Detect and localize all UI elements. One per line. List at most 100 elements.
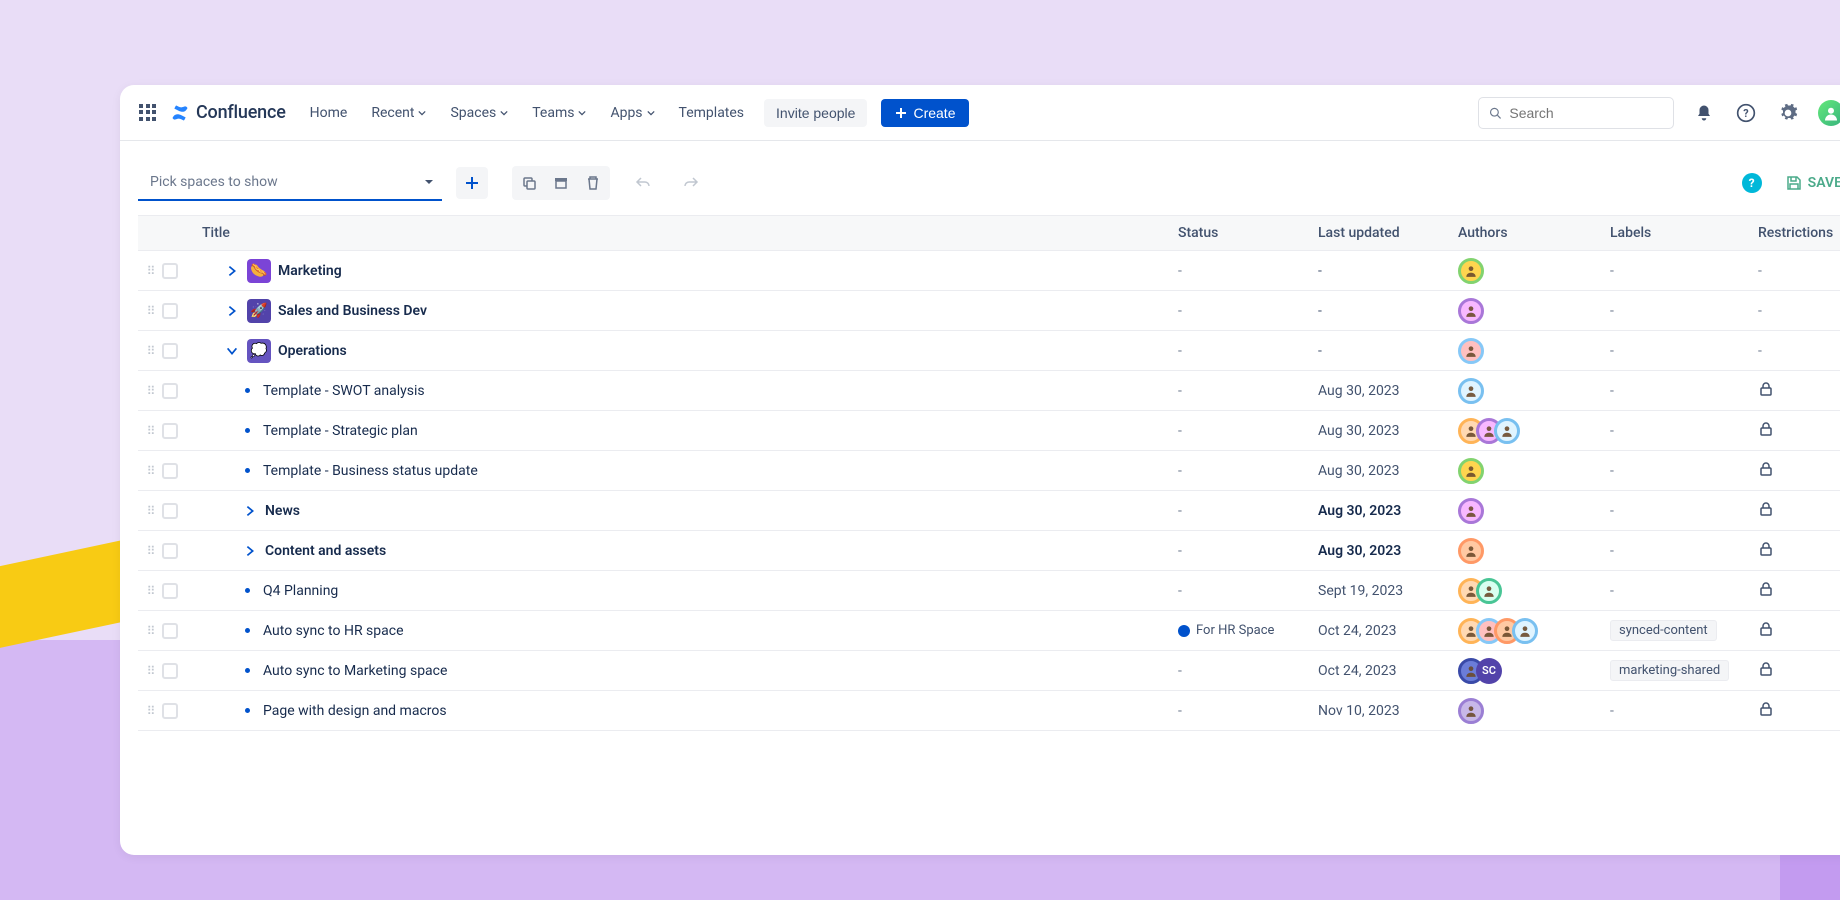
row-checkbox[interactable] — [162, 383, 178, 399]
table-row[interactable]: ⠿Template - SWOT analysis-Aug 30, 2023- — [138, 371, 1840, 411]
row-checkbox[interactable] — [162, 623, 178, 639]
table-row[interactable]: ⠿🌭Marketing---- — [138, 251, 1840, 291]
collapse-icon[interactable] — [224, 343, 240, 359]
author-avatar[interactable] — [1476, 578, 1502, 604]
table-row[interactable]: ⠿Q4 Planning-Sept 19, 2023- — [138, 571, 1840, 611]
col-title[interactable]: Title — [190, 225, 1178, 241]
notifications-icon[interactable] — [1692, 101, 1716, 125]
row-checkbox[interactable] — [162, 463, 178, 479]
author-avatar[interactable] — [1458, 538, 1484, 564]
lock-icon — [1758, 621, 1774, 637]
copy-button[interactable] — [514, 168, 544, 198]
nav-home[interactable]: Home — [300, 99, 358, 127]
invite-people-button[interactable]: Invite people — [764, 99, 867, 127]
row-checkbox[interactable] — [162, 303, 178, 319]
drag-handle[interactable]: ⠿ — [138, 384, 162, 398]
restriction-lock[interactable] — [1758, 585, 1774, 601]
nav-templates[interactable]: Templates — [669, 99, 755, 127]
row-checkbox[interactable] — [162, 583, 178, 599]
table-row[interactable]: ⠿Auto sync to HR spaceFor HR SpaceOct 24… — [138, 611, 1840, 651]
row-checkbox[interactable] — [162, 263, 178, 279]
row-checkbox[interactable] — [162, 503, 178, 519]
nav-teams[interactable]: Teams — [522, 99, 596, 127]
author-avatar[interactable]: SC — [1476, 658, 1502, 684]
drag-handle[interactable]: ⠿ — [138, 424, 162, 438]
table-row[interactable]: ⠿💭Operations---- — [138, 331, 1840, 371]
expand-icon[interactable] — [224, 303, 240, 319]
author-avatar[interactable] — [1458, 338, 1484, 364]
author-avatar[interactable] — [1494, 418, 1520, 444]
confluence-logo[interactable]: Confluence — [170, 102, 286, 123]
drag-handle[interactable]: ⠿ — [138, 624, 162, 638]
search-field[interactable] — [1478, 97, 1674, 129]
drag-handle[interactable]: ⠿ — [138, 504, 162, 518]
help-icon[interactable]: ? — [1734, 101, 1758, 125]
settings-icon[interactable] — [1776, 101, 1800, 125]
author-avatar[interactable] — [1458, 498, 1484, 524]
redo-button[interactable] — [676, 168, 706, 198]
search-input[interactable] — [1509, 105, 1663, 121]
table-row[interactable]: ⠿Template - Strategic plan-Aug 30, 2023- — [138, 411, 1840, 451]
add-space-button[interactable] — [456, 167, 488, 199]
restriction-lock[interactable] — [1758, 665, 1774, 681]
author-avatar[interactable] — [1458, 258, 1484, 284]
drag-handle[interactable]: ⠿ — [138, 464, 162, 478]
author-avatar[interactable] — [1458, 298, 1484, 324]
authors-cell — [1458, 618, 1610, 644]
restriction-lock[interactable] — [1758, 425, 1774, 441]
expand-icon[interactable] — [242, 503, 258, 519]
drag-handle[interactable]: ⠿ — [138, 704, 162, 718]
row-checkbox[interactable] — [162, 423, 178, 439]
save-button[interactable]: SAVE — [1786, 175, 1840, 191]
author-avatar[interactable] — [1512, 618, 1538, 644]
restriction-lock[interactable] — [1758, 625, 1774, 641]
drag-handle[interactable]: ⠿ — [138, 304, 162, 318]
row-checkbox[interactable] — [162, 663, 178, 679]
table-row[interactable]: ⠿Content and assets-Aug 30, 2023- — [138, 531, 1840, 571]
space-picker[interactable]: Pick spaces to show — [138, 165, 442, 201]
drag-handle[interactable]: ⠿ — [138, 264, 162, 278]
col-restrictions[interactable]: Restrictions — [1758, 225, 1840, 241]
col-status[interactable]: Status — [1178, 225, 1318, 241]
expand-icon[interactable] — [242, 543, 258, 559]
label-chip[interactable]: marketing-shared — [1610, 660, 1729, 681]
bullet-icon — [245, 468, 250, 473]
table-row[interactable]: ⠿🚀Sales and Business Dev---- — [138, 291, 1840, 331]
archive-button[interactable] — [546, 168, 576, 198]
author-avatar[interactable] — [1458, 378, 1484, 404]
user-avatar[interactable] — [1818, 100, 1840, 126]
col-authors[interactable]: Authors — [1458, 225, 1610, 241]
table-header: Title Status Last updated Authors Labels… — [138, 215, 1840, 251]
restriction-lock[interactable] — [1758, 505, 1774, 521]
undo-button[interactable] — [628, 168, 658, 198]
col-labels[interactable]: Labels — [1610, 225, 1758, 241]
col-updated[interactable]: Last updated — [1318, 225, 1458, 241]
expand-icon[interactable] — [224, 263, 240, 279]
nav-recent[interactable]: Recent — [361, 99, 436, 127]
help-bubble-icon[interactable]: ? — [1742, 173, 1762, 193]
app-switcher-icon[interactable] — [136, 101, 160, 125]
drag-handle[interactable]: ⠿ — [138, 584, 162, 598]
delete-button[interactable] — [578, 168, 608, 198]
table-row[interactable]: ⠿Auto sync to Marketing space-Oct 24, 20… — [138, 651, 1840, 691]
author-avatar[interactable] — [1458, 458, 1484, 484]
restriction-lock[interactable] — [1758, 705, 1774, 721]
nav-spaces[interactable]: Spaces — [440, 99, 518, 127]
create-button[interactable]: Create — [881, 99, 969, 127]
drag-handle[interactable]: ⠿ — [138, 344, 162, 358]
author-avatar[interactable] — [1458, 698, 1484, 724]
table-row[interactable]: ⠿Page with design and macros-Nov 10, 202… — [138, 691, 1840, 731]
row-checkbox[interactable] — [162, 543, 178, 559]
restriction-lock[interactable] — [1758, 465, 1774, 481]
restriction-lock[interactable] — [1758, 385, 1774, 401]
row-checkbox[interactable] — [162, 343, 178, 359]
label-chip[interactable]: synced-content — [1610, 620, 1717, 641]
table-row[interactable]: ⠿Template - Business status update-Aug 3… — [138, 451, 1840, 491]
row-checkbox[interactable] — [162, 703, 178, 719]
nav-apps[interactable]: Apps — [600, 99, 664, 127]
status-pill[interactable]: For HR Space — [1178, 623, 1318, 638]
drag-handle[interactable]: ⠿ — [138, 544, 162, 558]
restriction-lock[interactable] — [1758, 545, 1774, 561]
table-row[interactable]: ⠿News-Aug 30, 2023- — [138, 491, 1840, 531]
drag-handle[interactable]: ⠿ — [138, 664, 162, 678]
